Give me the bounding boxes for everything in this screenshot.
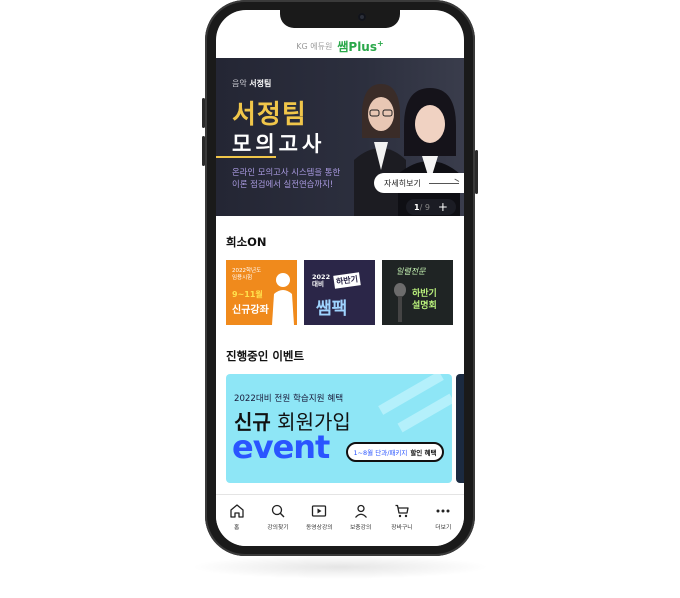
- next-event-peek[interactable]: [456, 374, 464, 483]
- phone-power-button: [475, 150, 478, 194]
- banner-page-indicator: 1/ 9: [414, 202, 430, 212]
- banner-title: 서정팀: [232, 100, 307, 130]
- phone-notch: [280, 10, 400, 28]
- hero-banner[interactable]: 음악 서정팀 서정팀 모의고사 온라인 모의고사 시스템을 통한 이론 점검에서…: [216, 58, 464, 216]
- microphone-icon: [394, 283, 406, 322]
- banner-more-button[interactable]: 자세히보기: [374, 173, 464, 193]
- banner-title2: 모의고사: [232, 132, 326, 156]
- camera-icon: [358, 13, 366, 21]
- nav-more[interactable]: 더보기: [423, 503, 463, 546]
- home-icon: [230, 504, 244, 518]
- banner-underline: [216, 156, 276, 158]
- app-header: KG 에듀원 쌤Plus+: [216, 34, 464, 58]
- event-pill: 1~8월 단과/패키지 할인 혜택: [346, 442, 444, 462]
- phone-volume-up: [202, 98, 205, 128]
- nav-cart[interactable]: 장바구니: [382, 503, 422, 546]
- thumb-ssaem-pack[interactable]: 2022 대비 하반기 쌤팩: [304, 260, 375, 325]
- section-title-events: 진행중인 이벤트: [226, 349, 305, 363]
- mockup-stage: KG 에듀원 쌤Plus+ 음악 서정팀 서정팀 모의고사 온라인 모의고사 시…: [0, 0, 680, 598]
- nav-home[interactable]: 홈: [217, 503, 257, 546]
- thumb-briefing[interactable]: 일렬전문 하반기 설명회: [382, 260, 453, 325]
- phone-screen: KG 에듀원 쌤Plus+ 음악 서정팀 서정팀 모의고사 온라인 모의고사 시…: [216, 10, 464, 546]
- teacher-illustration: [272, 273, 294, 325]
- nav-video[interactable]: 동영상강의: [299, 503, 339, 546]
- more-icon: [436, 509, 450, 513]
- sub-brand: KG 에듀원: [296, 41, 333, 51]
- person-icon: [354, 504, 367, 518]
- section-title-recommend: 희소ON: [226, 235, 267, 249]
- search-icon: [271, 504, 285, 518]
- arrow-right-icon: [428, 182, 459, 184]
- brand-logo[interactable]: 쌤Plus+: [337, 38, 383, 55]
- cart-icon: [395, 504, 409, 518]
- plus-icon[interactable]: +: [438, 201, 448, 213]
- play-icon: [312, 505, 327, 517]
- event-top-text: 2022대비 전원 학습지원 혜택: [234, 394, 344, 404]
- event-banner[interactable]: 2022대비 전원 학습지원 혜택 신규 회원가입 event 1~8월 단과/…: [226, 374, 452, 483]
- nav-supplement[interactable]: 보충강의: [341, 503, 381, 546]
- banner-subject: 음악 서정팀: [232, 79, 272, 88]
- event-word: event: [232, 428, 330, 466]
- thumb-new-course[interactable]: 2022학년도 임용시험 9~11월 신규강좌: [226, 260, 297, 325]
- nav-search[interactable]: 강의찾기: [258, 503, 298, 546]
- banner-description: 온라인 모의고사 시스템을 통한 이론 점검에서 실전연습까지!: [232, 167, 341, 189]
- bottom-nav: 홈 강의찾기 동영상강의 보충강의 장바구니 더보기: [216, 494, 464, 546]
- teacher-photo-2: [398, 88, 460, 216]
- phone-shadow: [190, 555, 490, 579]
- phone-volume-down: [202, 136, 205, 166]
- banner-pager[interactable]: 1/ 9 +: [406, 199, 456, 215]
